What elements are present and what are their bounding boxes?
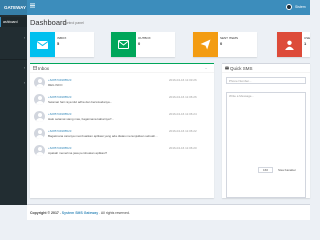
sidebar: ashboard ‹ ‹ ‹: [0, 15, 27, 205]
message-time: 2016-04-16 11:06:20: [169, 146, 197, 150]
chevron-left-icon: ‹: [23, 81, 25, 85]
info-box-sent-items[interactable]: SENT ITEMS 0: [193, 32, 257, 57]
sidebar-item-label: ashboard: [3, 20, 18, 24]
outbox-icon: [111, 32, 136, 57]
list-item[interactable]: +6285704988523 2016-04-16 11:06:20 Apaka…: [34, 143, 214, 157]
user-menu-name[interactable]: Sistem: [295, 0, 306, 15]
info-box-value: 0: [138, 41, 141, 46]
info-box-label: OUTBOX: [138, 36, 151, 40]
remaining-characters-field: 160: [258, 167, 273, 173]
list-item[interactable]: +6285704988523 2016-04-16 11:03:26 REG I…: [34, 75, 214, 89]
quick-sms-panel: Quick SMS Phone Number... Write a Messag…: [222, 63, 310, 198]
info-box-value: 5: [57, 41, 60, 46]
avatar: [34, 145, 45, 156]
message-text: REG INFO: [48, 83, 63, 87]
footer-text: Copyright © 2017 . System SMS Gateway . …: [30, 205, 130, 221]
envelope-icon: [33, 66, 37, 70]
collapse-icon[interactable]: −: [205, 66, 207, 71]
quick-sms-header: Quick SMS: [222, 64, 310, 73]
brand-logo[interactable]: GATEWAY: [0, 0, 27, 15]
message-time: 2016-04-16 11:06:26: [169, 95, 197, 99]
message-text: Halo selamat siang mas, bagaimana kabarn…: [48, 117, 114, 121]
footer-copyright: Copyright © 2017 .: [30, 211, 61, 215]
message-sender[interactable]: +6285704988523: [48, 112, 71, 116]
message-placeholder: Write a Message...: [229, 94, 254, 98]
chevron-left-icon: ‹: [23, 66, 25, 70]
message-sender[interactable]: +6285704988523: [48, 78, 71, 82]
sidebar-item-3[interactable]: ‹: [0, 78, 27, 88]
message-sender[interactable]: +6285704988523: [48, 129, 71, 133]
phone-number-placeholder: Phone Number...: [229, 79, 252, 83]
sidebar-item-1[interactable]: ‹: [0, 33, 27, 43]
message-text: Selamat hari raya idul adha dan berwisud…: [48, 100, 113, 104]
remaining-characters-label: Sisa Karakter: [278, 168, 297, 172]
info-box-inbox[interactable]: INBOX 5: [30, 32, 94, 57]
phone-number-input[interactable]: Phone Number...: [226, 77, 306, 84]
top-navbar: GATEWAY Sistem: [0, 0, 310, 15]
menu-icon: [30, 3, 35, 8]
page-subtitle: Control panel: [63, 21, 84, 25]
message-textarea[interactable]: Write a Message...: [226, 92, 306, 198]
list-item[interactable]: +6285704988523 2016-04-16 11:06:26 Selam…: [34, 92, 214, 106]
avatar: [34, 77, 45, 88]
info-box-label: INBOX: [57, 36, 67, 40]
info-box-label: SENT ITEMS: [220, 36, 238, 40]
paper-plane-icon: [193, 32, 218, 57]
info-box-label: USE: [304, 36, 311, 40]
info-box-value: 0: [220, 41, 223, 46]
inbox-panel-header: Inbox −: [30, 64, 214, 73]
sidebar-item-dashboard[interactable]: ashboard: [0, 17, 27, 27]
info-box-value: 1: [304, 41, 307, 46]
footer-link[interactable]: System SMS Gateway: [62, 211, 98, 215]
message-time: 2016-04-16 11:06:24: [169, 112, 197, 116]
avatar: [34, 111, 45, 122]
message-time: 2016-04-16 11:03:26: [169, 78, 197, 82]
inbox-panel: Inbox − +6285704988523 2016-04-16 11:03:…: [30, 63, 214, 198]
user-avatar[interactable]: [286, 4, 292, 10]
quick-sms-title: Quick SMS: [230, 66, 253, 71]
message-sender[interactable]: +6285704988523: [48, 95, 71, 99]
footer-rights: . All rights reserved.: [99, 211, 130, 215]
sidebar-divider: [0, 59, 27, 60]
list-item[interactable]: +6285704988523 2016-04-16 11:06:24 Halo …: [34, 109, 214, 123]
main-content: Dashboard Control panel INBOX 5 OUTBOX 0…: [27, 15, 310, 220]
footer: Copyright © 2017 . System SMS Gateway . …: [27, 204, 310, 220]
message-sender[interactable]: +6285704988523: [48, 146, 71, 150]
sidebar-item-2[interactable]: ‹: [0, 63, 27, 73]
users-icon: [277, 32, 302, 57]
info-box-users[interactable]: USE 1: [277, 32, 310, 57]
page-title: Dashboard: [30, 18, 67, 27]
list-item[interactable]: +6285704988523 2016-04-16 11:06:22 Bagai…: [34, 126, 214, 140]
inbox-title: Inbox: [38, 66, 50, 71]
envelope-icon: [30, 32, 55, 57]
avatar: [34, 128, 45, 139]
message-text: Bagaimana caranya membuatkan aplikasi ya…: [48, 134, 158, 138]
message-time: 2016-04-16 11:06:22: [169, 129, 197, 133]
info-box-outbox[interactable]: OUTBOX 0: [111, 32, 175, 57]
sidebar-toggle-button[interactable]: [30, 0, 35, 15]
avatar: [34, 94, 45, 105]
envelope-icon: [225, 66, 229, 70]
message-text: Apakah menerima jasa pembuatan aplikasi?: [48, 151, 108, 155]
chevron-left-icon: ‹: [23, 36, 25, 40]
